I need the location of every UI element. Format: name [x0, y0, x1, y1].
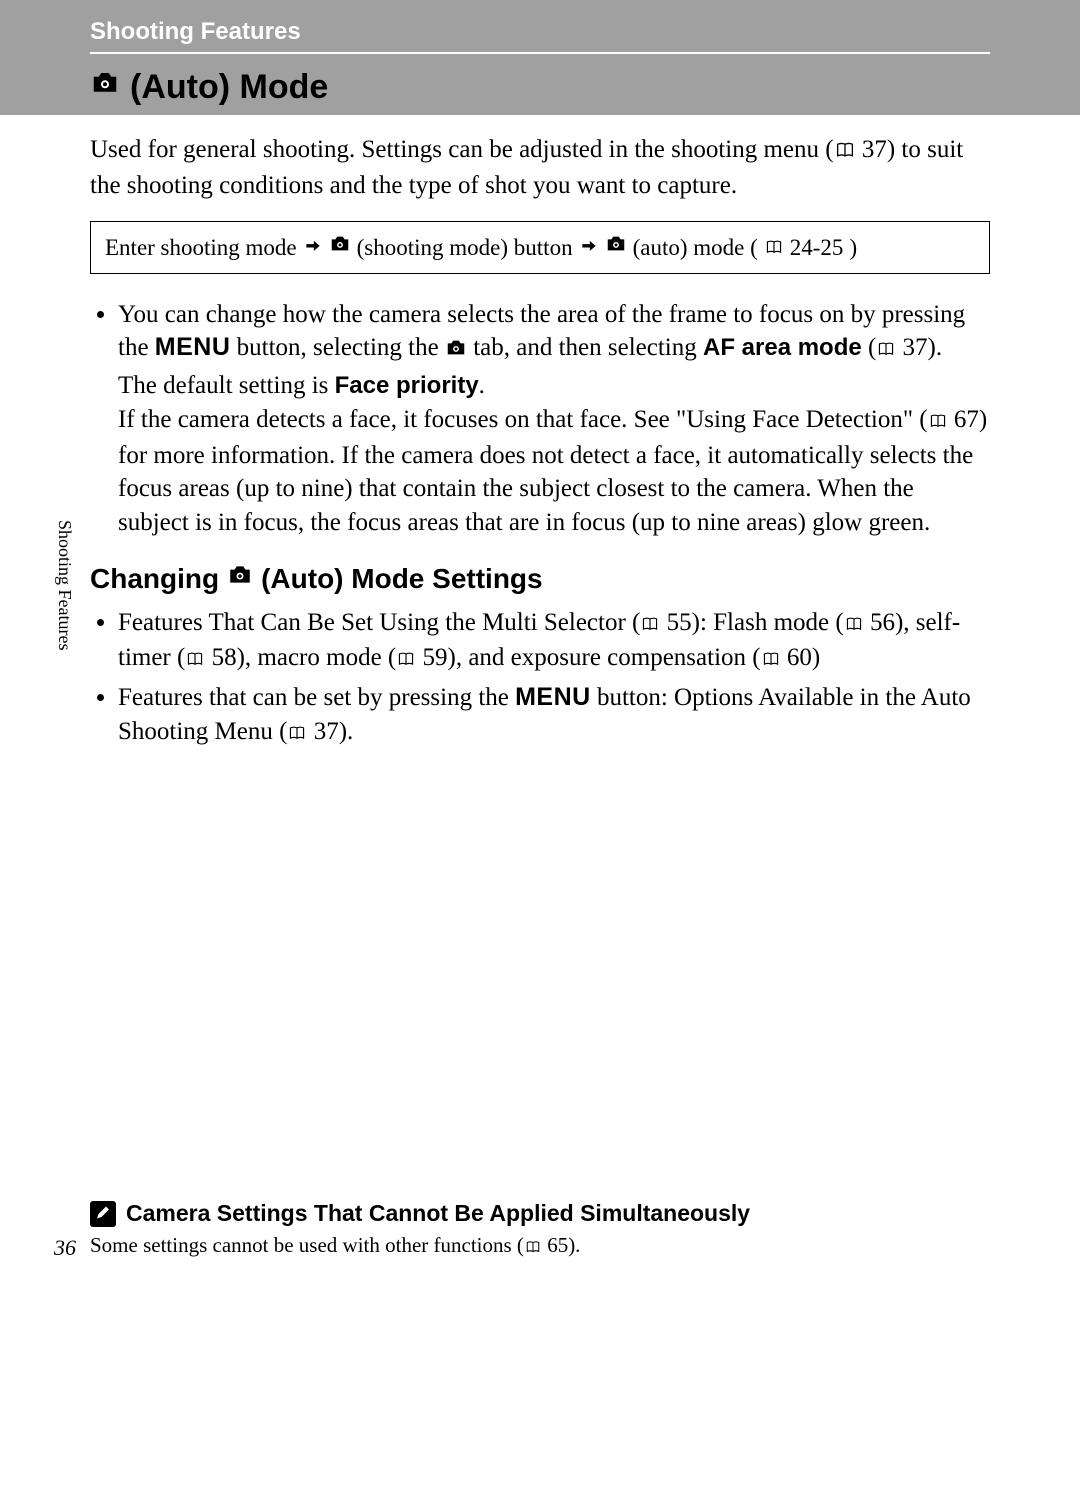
text: tab, and then selecting	[467, 334, 703, 361]
book-icon	[761, 643, 781, 677]
page-ref: 59	[416, 644, 447, 671]
arrow-icon	[579, 232, 599, 263]
page-ref: 56	[864, 609, 895, 636]
text: ).	[568, 1233, 580, 1257]
text: Features That Can Be Set Using the Multi…	[118, 609, 640, 636]
list-item: You can change how the camera selects th…	[118, 298, 990, 540]
book-icon	[844, 608, 864, 642]
side-section-label: Shooting Features	[54, 520, 75, 651]
page-title: (Auto) Mode	[90, 62, 990, 107]
text: Changing	[90, 560, 219, 598]
list-item: Features that can be set by pressing the…	[118, 681, 990, 751]
text: button, selecting the	[230, 334, 445, 361]
camera-icon	[90, 68, 120, 107]
menu-label: MENU	[515, 683, 591, 711]
page-ref: 37	[896, 334, 927, 361]
page-number: 36	[54, 1235, 76, 1261]
text: ).	[928, 334, 943, 361]
book-icon	[287, 717, 307, 751]
book-icon	[396, 643, 416, 677]
page-ref: 55	[660, 609, 691, 636]
page-ref: 60	[781, 644, 812, 671]
footer-note: Camera Settings That Cannot Be Applied S…	[90, 1200, 990, 1260]
page-ref: 58	[205, 644, 236, 671]
title-text: (Auto) Mode	[130, 68, 328, 107]
bold-text: Face priority	[335, 372, 479, 399]
page-ref: 37	[856, 136, 887, 163]
text: Enter shooting mode	[105, 232, 297, 263]
navigation-path-box: Enter shooting mode (shooting mode) butt…	[90, 221, 990, 274]
text: )	[812, 644, 820, 671]
header-band: Shooting Features (Auto) Mode	[0, 0, 1080, 115]
book-icon	[764, 232, 784, 263]
intro-paragraph: Used for general shooting. Settings can …	[90, 133, 990, 203]
footer-body: Some settings cannot be used with other …	[90, 1233, 990, 1260]
book-icon	[876, 333, 896, 367]
pencil-icon	[90, 1201, 116, 1227]
text: Camera Settings That Cannot Be Applied S…	[126, 1200, 750, 1227]
text: )	[849, 232, 857, 263]
text: ), macro mode (	[237, 644, 397, 671]
menu-label: MENU	[155, 333, 231, 361]
book-icon	[185, 643, 205, 677]
subheading: Changing (Auto) Mode Settings	[90, 560, 990, 598]
bold-text: AF area mode	[703, 334, 862, 361]
text: (auto) mode (	[633, 232, 758, 263]
text: If the camera detects a face, it focuses…	[118, 406, 928, 433]
breadcrumb: Shooting Features	[90, 18, 990, 54]
list-item: Features That Can Be Set Using the Multi…	[118, 606, 990, 678]
camera-icon	[329, 232, 351, 263]
text: Features that can be set by pressing the	[118, 684, 515, 711]
book-icon	[834, 135, 856, 169]
footer-heading: Camera Settings That Cannot Be Applied S…	[90, 1200, 990, 1227]
page-ref: 67	[948, 406, 979, 433]
page-ref: 37	[307, 718, 338, 745]
book-icon	[640, 608, 660, 642]
text: The default setting is	[118, 372, 335, 399]
page-ref: 24-25	[790, 232, 844, 263]
camera-icon	[445, 335, 467, 369]
book-icon	[524, 1235, 542, 1260]
text: (	[862, 334, 877, 361]
camera-icon	[227, 560, 253, 598]
camera-icon	[605, 232, 627, 263]
arrow-icon	[303, 232, 323, 263]
text: ): Flash mode (	[692, 609, 844, 636]
page-ref: 65	[542, 1233, 568, 1257]
content-area: Used for general shooting. Settings can …	[0, 115, 1080, 751]
text: .	[479, 372, 485, 399]
text: (shooting mode) button	[357, 232, 573, 263]
book-icon	[928, 405, 948, 439]
text: Some settings cannot be used with other …	[90, 1233, 524, 1257]
text: (Auto) Mode Settings	[261, 560, 543, 598]
text: ).	[339, 718, 354, 745]
text: ), and exposure compensation (	[448, 644, 761, 671]
text: Used for general shooting. Settings can …	[90, 136, 834, 163]
